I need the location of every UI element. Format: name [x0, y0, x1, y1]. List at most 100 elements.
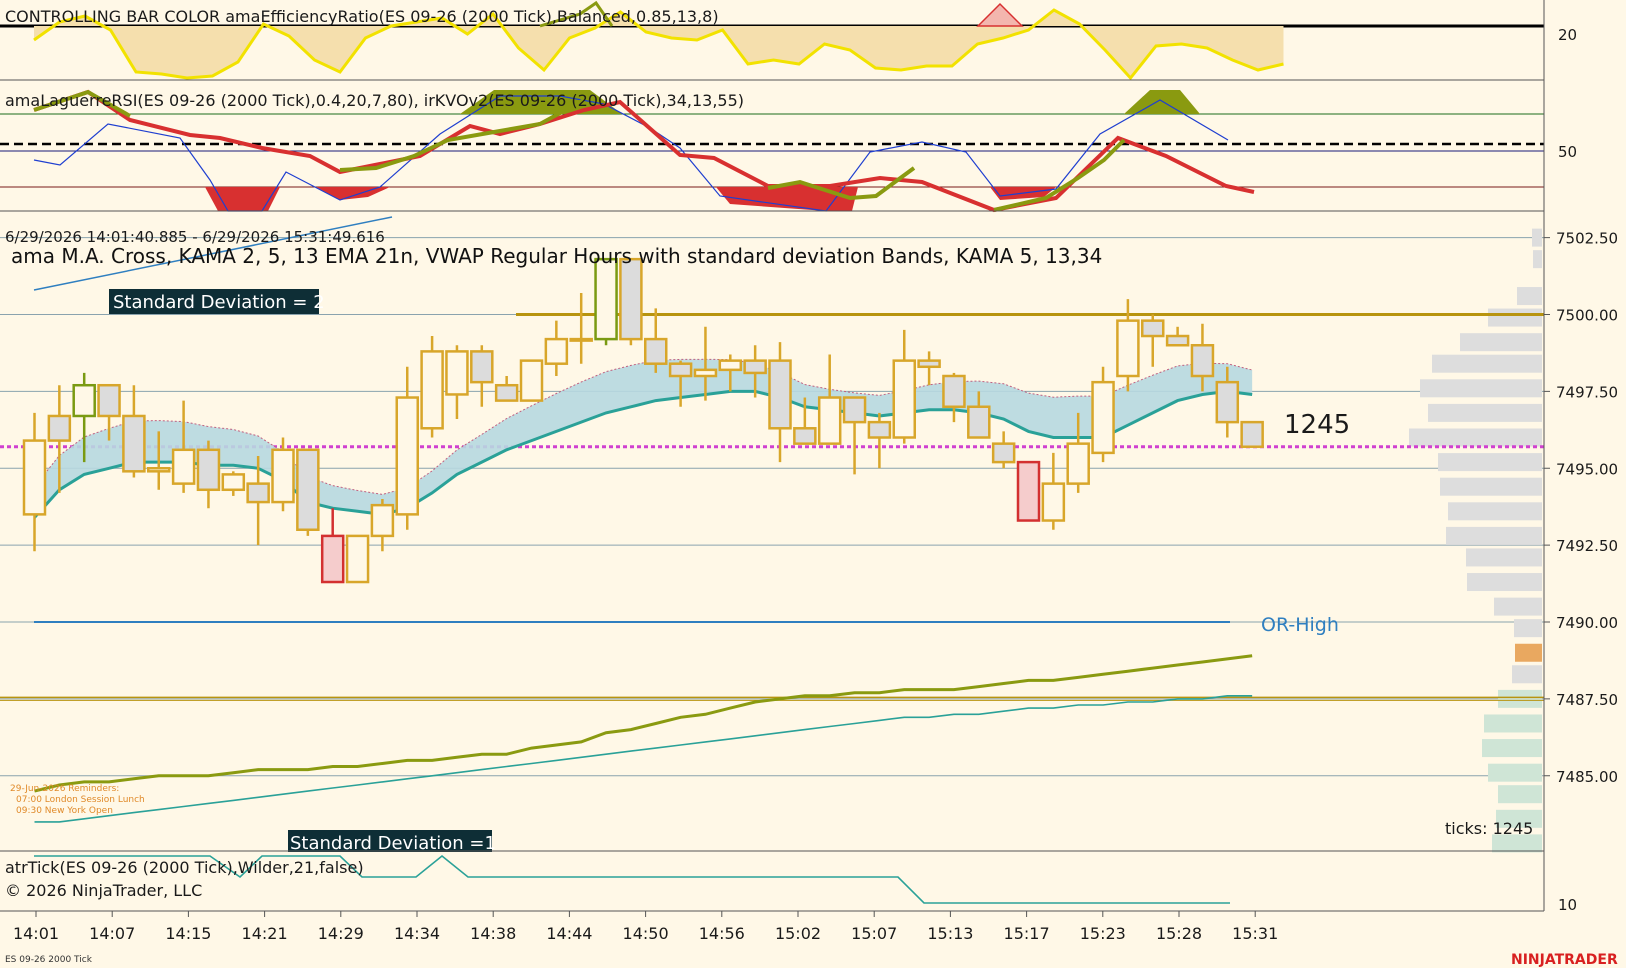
volume-profile-bar [1512, 665, 1542, 684]
candle-body [1016, 460, 1041, 522]
candle-body [1165, 334, 1190, 347]
candle-body [594, 257, 618, 341]
time-axis-label: 14:07 [89, 924, 135, 943]
candle-body [668, 362, 693, 378]
time-axis-label: 15:17 [1004, 924, 1050, 943]
atr-panel-label: atrTick(ES 09-26 (2000 Tick),Wilder,21,f… [5, 858, 364, 877]
volume-profile-bar [1533, 250, 1542, 269]
volume-profile-bar [1432, 354, 1542, 373]
or-high-label: OR-High [1261, 614, 1339, 636]
time-axis-label: 15:07 [851, 924, 897, 943]
candle-body [1091, 380, 1115, 455]
candle-body [22, 439, 47, 516]
time-axis-label: 14:21 [242, 924, 288, 943]
price-axis-label: 7485.00 [1556, 768, 1618, 786]
volume-profile-bar [1466, 548, 1542, 567]
candle-body [395, 396, 419, 516]
ninjatrader-chart[interactable]: CONTROLLING BAR COLOR amaEfficiencyRatio… [0, 0, 1626, 968]
current-tick-count: 1245 [1284, 410, 1350, 440]
std-dev-1-badge: Standard Deviation =1 [288, 830, 496, 854]
candle-body [171, 448, 196, 485]
candle-body [271, 448, 295, 504]
volume-profile-bar [1438, 453, 1542, 472]
time-axis-label: 15:02 [775, 924, 821, 943]
volume-profile-bar [1428, 403, 1542, 422]
candle-body [1240, 420, 1264, 448]
candle-body [967, 405, 991, 439]
price-axis-label: 7492.50 [1556, 537, 1618, 555]
time-axis-label: 14:44 [546, 924, 592, 943]
price-axis-label: 7502.50 [1556, 230, 1618, 248]
candle-body [519, 359, 544, 402]
candle-body [991, 442, 1016, 464]
chart-canvas[interactable]: CONTROLLING BAR COLOR amaEfficiencyRatio… [0, 0, 1626, 968]
time-axis-label: 14:15 [165, 924, 211, 943]
volume-profile-bar [1532, 228, 1542, 247]
volume-profile-bar [1488, 763, 1542, 782]
ninjatrader-logo: NINJATRADER [1511, 952, 1618, 968]
time-axis-label: 15:23 [1080, 924, 1126, 943]
candle-body [196, 448, 221, 492]
candle-body [1041, 482, 1066, 522]
std-dev-2-label: Standard Deviation = 2 [113, 292, 325, 313]
candle-body [544, 337, 569, 365]
laguerre-panel-label: amaLaguerreRSI(ES 09-26 (2000 Tick),0.4,… [5, 91, 744, 110]
price-axis-label: 7487.50 [1556, 691, 1618, 709]
candle-body [892, 359, 916, 439]
candle-body [147, 467, 171, 473]
copyright-label: © 2026 NinjaTrader, LLC [5, 881, 202, 900]
candle-body [1066, 442, 1090, 485]
std-dev-2-badge: Standard Deviation = 2 [109, 289, 325, 314]
time-axis-label: 15:13 [927, 924, 973, 943]
volume-profile-bar [1482, 739, 1542, 758]
volume-profile-bar [1409, 428, 1542, 447]
candle-body [1116, 319, 1140, 378]
volume-profile-bar [1494, 597, 1542, 616]
volume-profile-bar [1484, 714, 1542, 733]
time-axis-label: 14:01 [13, 924, 59, 943]
price-axis-label: 7500.00 [1556, 307, 1618, 325]
candle-body [1215, 380, 1240, 424]
price-panel-title: ama M.A. Cross, KAMA 2, 5, 13 EMA 21n, V… [11, 244, 1102, 268]
candle-body [942, 374, 966, 408]
efficiency-panel-label: CONTROLLING BAR COLOR amaEfficiencyRatio… [5, 7, 719, 26]
volume-profile-bar [1467, 573, 1542, 592]
candle-body [1141, 319, 1165, 338]
price-axis-label: 7490.00 [1556, 614, 1618, 632]
footer-instrument: ES 09-26 2000 Tick [5, 955, 93, 965]
candle-body [47, 414, 72, 442]
atr-y-tick: 10 [1558, 896, 1577, 914]
time-axis-label: 14:34 [394, 924, 440, 943]
volume-profile-bar [1440, 477, 1542, 496]
volume-profile-bar [1488, 308, 1542, 327]
candle-body [72, 383, 96, 418]
candle-body [793, 427, 817, 445]
reminder-line: 29-Jun-2026 Reminders: [10, 784, 119, 794]
laguerre-y-tick: 50 [1558, 143, 1577, 161]
price-axis-label: 7497.50 [1556, 383, 1618, 401]
ticks-counter: ticks: 1245 [1445, 819, 1533, 838]
candle-body [718, 359, 743, 372]
candle-body [644, 337, 668, 365]
candle-body [246, 482, 270, 504]
candle-body [122, 414, 146, 473]
candle-body [817, 396, 842, 445]
candle-body [470, 350, 494, 384]
time-axis-label: 15:28 [1156, 924, 1202, 943]
candle-body [768, 359, 792, 430]
efficiency-y-tick: 20 [1558, 26, 1577, 44]
time-axis-label: 14:56 [699, 924, 745, 943]
candle-body [345, 534, 370, 584]
volume-profile-bar [1515, 643, 1542, 662]
volume-profile-bar [1460, 333, 1542, 352]
time-axis-label: 15:31 [1232, 924, 1278, 943]
candle-body [370, 503, 395, 538]
time-axis-label: 14:38 [470, 924, 516, 943]
candle-body [693, 368, 718, 378]
volume-profile-bar [1446, 526, 1542, 545]
reminder-line: 07:00 London Session Lunch [16, 795, 145, 805]
candle-body [296, 448, 320, 531]
candle-body [221, 473, 246, 492]
time-axis-label: 14:50 [623, 924, 669, 943]
volume-profile-bar [1420, 379, 1542, 398]
